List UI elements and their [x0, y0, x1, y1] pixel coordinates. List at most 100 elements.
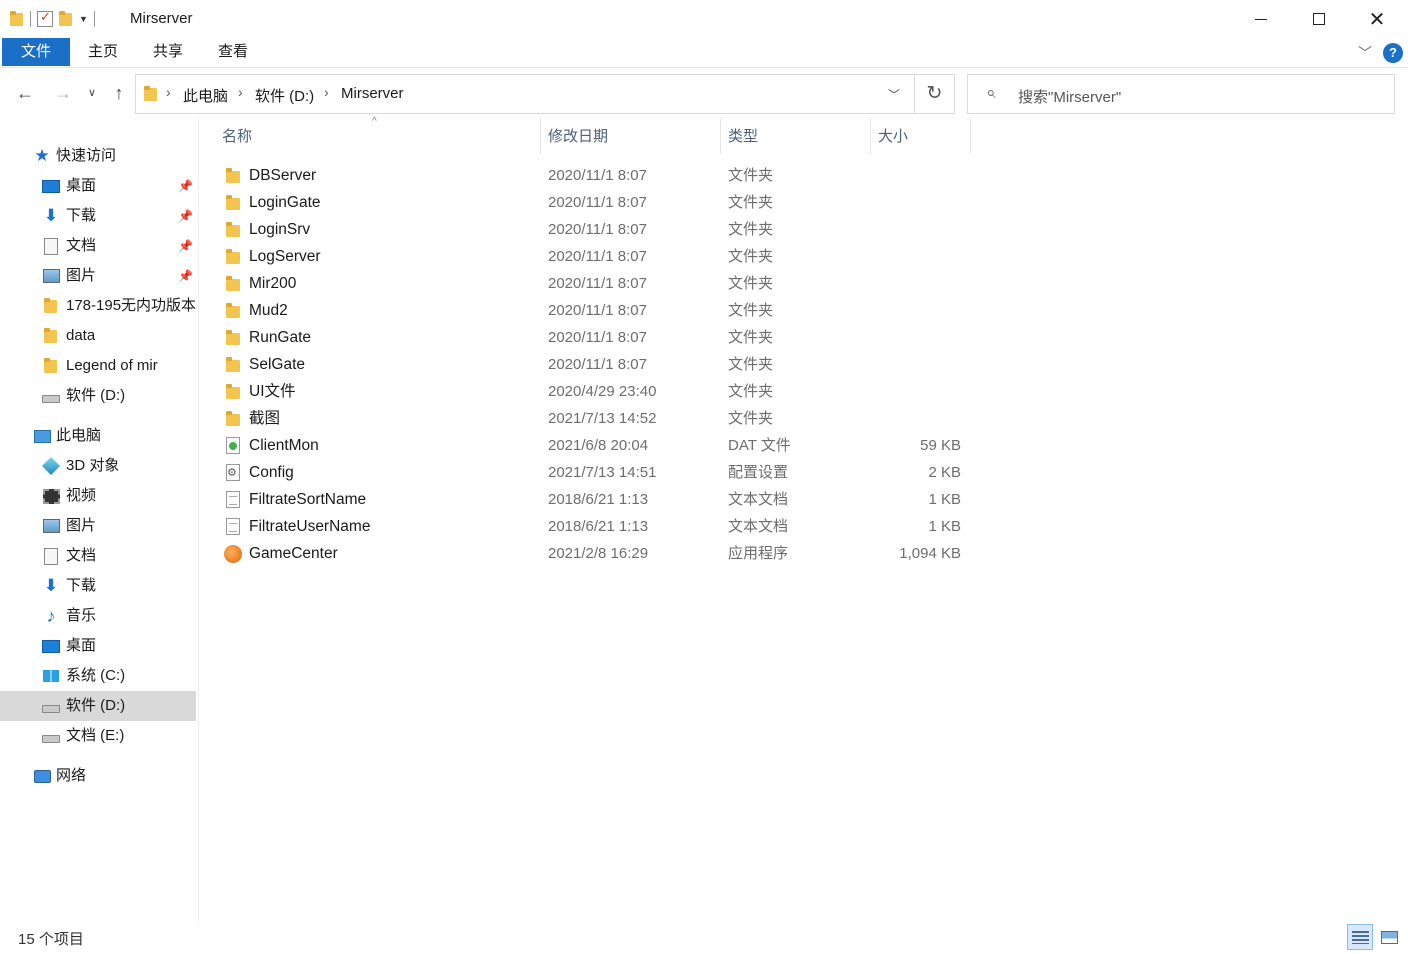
- breadcrumb-mirserver[interactable]: Mirserver: [341, 85, 404, 102]
- column-header-name[interactable]: 名称: [222, 122, 538, 152]
- column-header-type[interactable]: 类型: [728, 122, 868, 152]
- sidebar-item-music[interactable]: ♪ 音乐: [0, 601, 196, 631]
- expand-ribbon-icon[interactable]: ﹀: [1358, 43, 1372, 63]
- star-icon: ★: [34, 146, 50, 165]
- sidebar-item-videos[interactable]: 视频: [0, 481, 196, 511]
- sidebar-item-network[interactable]: 网络: [0, 761, 196, 791]
- tab-file[interactable]: 文件: [2, 38, 70, 66]
- table-row[interactable]: ClientMon 2021/6/8 20:04 DAT 文件 59 KB: [218, 432, 970, 459]
- up-button[interactable]: ↑: [106, 80, 132, 106]
- navigation-bar: ← → ∨ ↑ › 此电脑 › 软件 (D:) › Mirserver ﹀ ↻ …: [0, 72, 1408, 116]
- pin-icon[interactable]: 📌: [178, 171, 193, 201]
- sidebar-item-downloads-pc[interactable]: ⬇ 下载: [0, 571, 196, 601]
- refresh-button[interactable]: ↻: [915, 74, 955, 114]
- close-button[interactable]: ✕: [1348, 0, 1406, 38]
- sidebar-item-desktop[interactable]: 桌面 📌: [0, 171, 196, 201]
- folder-icon: [42, 297, 60, 315]
- table-row[interactable]: Mir200 2020/11/1 8:07 文件夹: [218, 270, 970, 297]
- sidebar-item-label: 下载: [66, 207, 97, 224]
- sidebar-item-label: 音乐: [66, 607, 97, 624]
- chevron-down-icon[interactable]: ﹀: [888, 86, 900, 103]
- sidebar-item-quick-access[interactable]: ★ 快速访问: [0, 141, 196, 171]
- sidebar-item-pictures-pc[interactable]: 图片: [0, 511, 196, 541]
- breadcrumb-separator[interactable]: ›: [166, 84, 171, 100]
- new-folder-icon[interactable]: [59, 11, 73, 27]
- sidebar-item-drive-d[interactable]: 软件 (D:): [0, 691, 196, 721]
- column-header-size[interactable]: 大小: [878, 122, 968, 152]
- config-file-icon: [226, 460, 240, 487]
- sidebar-item-label: 178-195无内功版本: [66, 297, 196, 314]
- file-date: 2020/11/1 8:07: [548, 194, 647, 211]
- forward-button[interactable]: →: [50, 80, 76, 106]
- breadcrumb-this-pc[interactable]: 此电脑: [183, 85, 228, 106]
- breadcrumb-separator[interactable]: ›: [238, 84, 243, 100]
- back-button[interactable]: ←: [12, 80, 38, 106]
- sidebar-item-this-pc[interactable]: 此电脑: [0, 421, 196, 451]
- sidebar-item-documents-pc[interactable]: 文档: [0, 541, 196, 571]
- table-row[interactable]: SelGate 2020/11/1 8:07 文件夹: [218, 351, 970, 378]
- column-divider[interactable]: [970, 118, 971, 154]
- file-name: Mud2: [249, 302, 288, 319]
- sidebar-item-drive-e[interactable]: 文档 (E:): [0, 721, 196, 751]
- column-header-date[interactable]: 修改日期: [548, 122, 718, 152]
- item-count: 15 个项目: [18, 931, 84, 948]
- file-type: 文件夹: [728, 221, 774, 238]
- column-divider[interactable]: [720, 118, 721, 154]
- tab-home[interactable]: 主页: [76, 38, 130, 66]
- desktop-icon: [42, 177, 60, 195]
- sidebar-item-data[interactable]: data: [0, 321, 196, 351]
- file-name: RunGate: [249, 329, 312, 346]
- table-row[interactable]: LoginSrv 2020/11/1 8:07 文件夹: [218, 216, 970, 243]
- details-view-button[interactable]: [1347, 924, 1373, 950]
- table-row[interactable]: GameCenter 2021/2/8 16:29 应用程序 1,094 KB: [218, 540, 970, 567]
- table-row[interactable]: Mud2 2020/11/1 8:07 文件夹: [218, 297, 970, 324]
- sidebar-item-3d-objects[interactable]: 3D 对象: [0, 451, 196, 481]
- sidebar-item-documents[interactable]: 文档 📌: [0, 231, 196, 261]
- file-date: 2020/11/1 8:07: [548, 167, 647, 184]
- breadcrumb-separator[interactable]: ›: [324, 84, 329, 100]
- large-icons-view-button[interactable]: [1376, 924, 1402, 950]
- maximize-button[interactable]: [1290, 0, 1348, 38]
- sidebar-item-recent-folder[interactable]: 178-195无内功版本: [0, 291, 196, 321]
- table-row[interactable]: LogServer 2020/11/1 8:07 文件夹: [218, 243, 970, 270]
- sidebar-item-desktop-pc[interactable]: 桌面: [0, 631, 196, 661]
- table-row[interactable]: DBServer 2020/11/1 8:07 文件夹: [218, 162, 970, 189]
- table-row[interactable]: LoginGate 2020/11/1 8:07 文件夹: [218, 189, 970, 216]
- column-divider[interactable]: [870, 118, 871, 154]
- customize-toolbar-icon[interactable]: ▼: [79, 14, 88, 24]
- pin-icon[interactable]: 📌: [178, 261, 193, 291]
- table-row[interactable]: FiltrateUserName 2018/6/21 1:13 文本文档 1 K…: [218, 513, 970, 540]
- pictures-icon: [42, 267, 60, 285]
- address-bar[interactable]: › 此电脑 › 软件 (D:) › Mirserver ﹀: [135, 74, 915, 114]
- sidebar-item-downloads[interactable]: ⬇ 下载 📌: [0, 201, 196, 231]
- sidebar-item-drive-d-quick[interactable]: 软件 (D:): [0, 381, 196, 411]
- system-drive-icon: [42, 667, 60, 685]
- sidebar-item-pictures[interactable]: 图片 📌: [0, 261, 196, 291]
- help-icon[interactable]: ?: [1383, 43, 1403, 63]
- tab-view[interactable]: 查看: [206, 38, 260, 66]
- column-divider[interactable]: [540, 118, 541, 154]
- folder-icon: [224, 410, 242, 428]
- file-size: 1 KB: [928, 491, 961, 508]
- table-row[interactable]: UI文件 2020/4/29 23:40 文件夹: [218, 378, 970, 405]
- tab-share[interactable]: 共享: [140, 38, 196, 66]
- table-row[interactable]: 截图 2021/7/13 14:52 文件夹: [218, 405, 970, 432]
- pane-divider[interactable]: [198, 118, 199, 924]
- pin-icon[interactable]: 📌: [178, 201, 193, 231]
- folder-icon[interactable]: [10, 11, 24, 27]
- pin-icon[interactable]: 📌: [178, 231, 193, 261]
- properties-icon[interactable]: [37, 9, 53, 27]
- sidebar-item-legend-of-mir[interactable]: Legend of mir: [0, 351, 196, 381]
- table-row[interactable]: Config 2021/7/13 14:51 配置设置 2 KB: [218, 459, 970, 487]
- file-type: 文件夹: [728, 410, 774, 427]
- file-name: LoginSrv: [249, 221, 311, 238]
- search-input[interactable]: ⌕ 搜索"Mirserver": [967, 74, 1395, 114]
- recent-locations-button[interactable]: ∨: [82, 80, 102, 106]
- sidebar-item-drive-c[interactable]: 系统 (C:): [0, 661, 196, 691]
- breadcrumb-drive-d[interactable]: 软件 (D:): [255, 85, 314, 106]
- table-row[interactable]: FiltrateSortName 2018/6/21 1:13 文本文档 1 K…: [218, 486, 970, 513]
- folder-icon: [224, 194, 242, 212]
- table-row[interactable]: RunGate 2020/11/1 8:07 文件夹: [218, 324, 970, 351]
- music-icon: ♪: [46, 606, 56, 626]
- minimize-button[interactable]: [1232, 0, 1290, 38]
